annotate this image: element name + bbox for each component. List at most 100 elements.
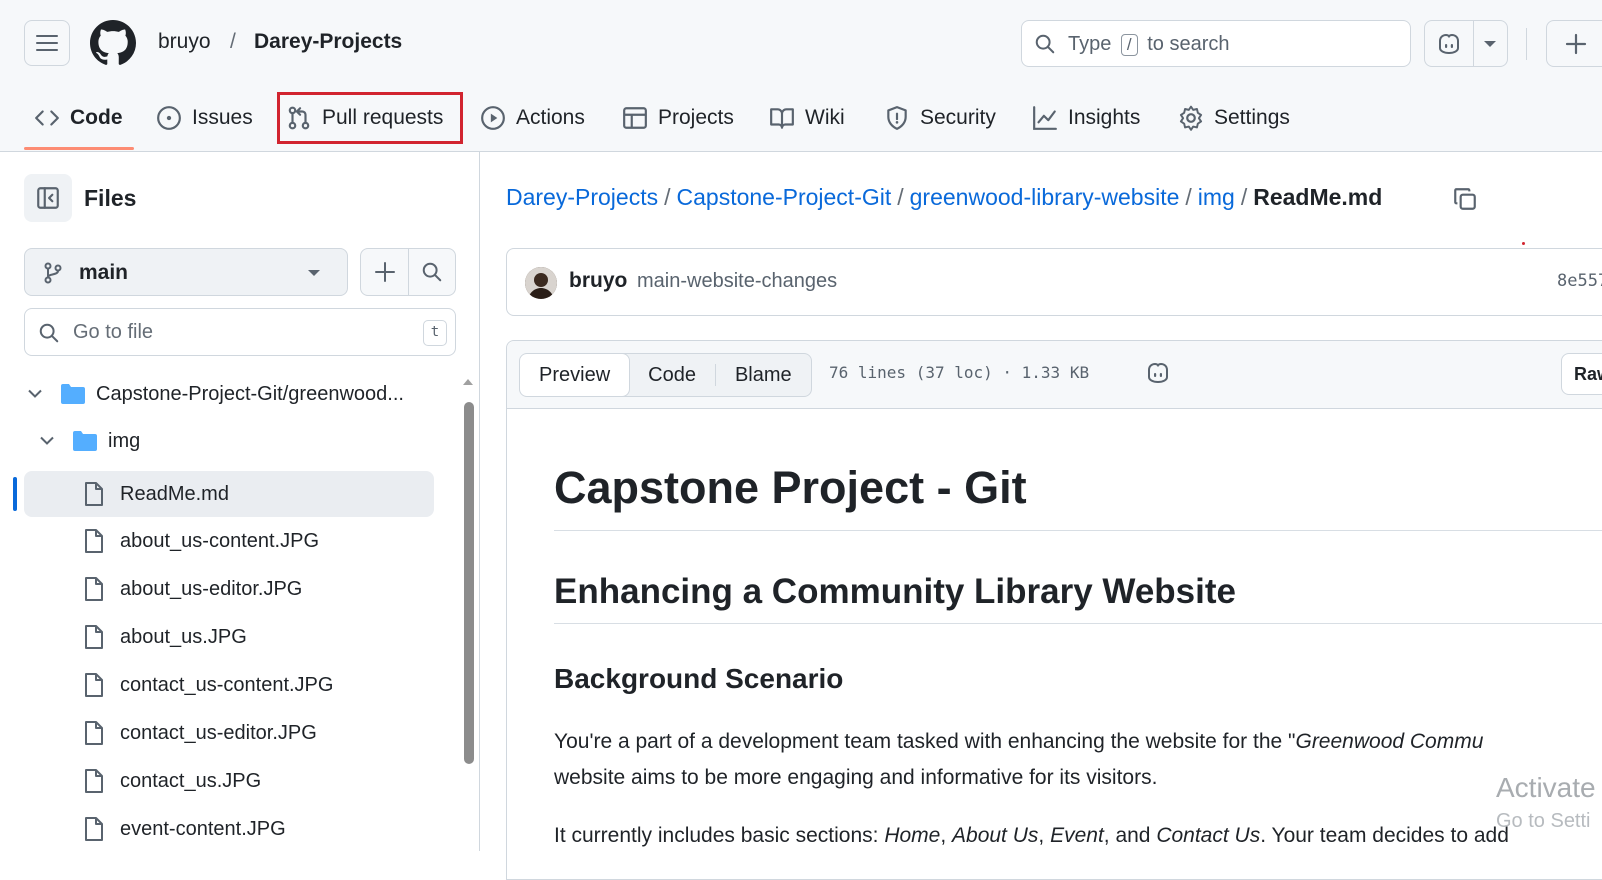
- text-run: ,: [1038, 824, 1051, 847]
- text-run: , and: [1103, 824, 1157, 847]
- text-run: You're a part of a development team task…: [554, 730, 1296, 753]
- copilot-button[interactable]: [1424, 20, 1508, 67]
- file-icon: [85, 577, 103, 601]
- text-emphasis: About Us: [952, 824, 1039, 847]
- scrollbar-thumb[interactable]: [464, 402, 474, 764]
- tree-item-label: Capstone-Project-Git/greenwood...: [96, 383, 404, 405]
- play-icon: [481, 106, 505, 130]
- tree-file[interactable]: event-content.JPG: [24, 806, 434, 852]
- raw-button[interactable]: Raw: [1561, 353, 1602, 395]
- search-icon: [422, 262, 442, 282]
- go-to-file-input[interactable]: Go to file t: [24, 308, 456, 356]
- tab-projects-label: Projects: [658, 106, 734, 129]
- tab-actions[interactable]: Actions: [480, 98, 585, 138]
- breadcrumb-link[interactable]: Darey-Projects: [506, 184, 658, 210]
- heading-rule: [554, 623, 1602, 624]
- tab-insights[interactable]: Insights: [1032, 98, 1140, 138]
- search-icon: [1035, 34, 1055, 54]
- tree-file[interactable]: about_us.JPG: [24, 614, 434, 660]
- tab-settings[interactable]: Settings: [1178, 98, 1290, 138]
- readme-section-heading: Background Scenario: [554, 663, 844, 694]
- chevron-down-icon: [28, 389, 42, 398]
- menu-button[interactable]: [24, 20, 70, 66]
- activation-watermark: Activate: [1496, 772, 1596, 803]
- blame-tab[interactable]: Blame: [716, 354, 811, 396]
- code-view-tab[interactable]: Code: [629, 354, 715, 396]
- file-tree-sidebar: Files main Go to file t Capstone-Project…: [0, 152, 480, 851]
- readme-paragraph-line: website aims to be more engaging and inf…: [554, 766, 1158, 789]
- text-emphasis: Event: [1050, 824, 1104, 847]
- create-new-button[interactable]: [1546, 20, 1602, 67]
- keyboard-shortcut-hint: t: [423, 320, 447, 346]
- git-branch-icon: [44, 262, 62, 284]
- sidebar-collapse-icon: [37, 187, 59, 209]
- folder-open-icon: [61, 384, 85, 404]
- tab-actions-label: Actions: [516, 106, 585, 129]
- repo-separator: /: [230, 30, 236, 53]
- tree-file[interactable]: contact_us.JPG: [24, 758, 434, 804]
- breadcrumb-link[interactable]: greenwood-library-website: [910, 184, 1180, 210]
- readme-paragraph: It currently includes basic sections: Ho…: [554, 824, 1509, 848]
- repo-name-link[interactable]: Darey-Projects: [254, 30, 402, 54]
- github-logo-icon[interactable]: [90, 20, 136, 66]
- copilot-icon[interactable]: [1145, 361, 1171, 385]
- scroll-up-arrow-icon: [463, 379, 473, 385]
- breadcrumb-current: ReadMe.md: [1253, 184, 1383, 210]
- file-breadcrumb: Darey-Projects / Capstone-Project-Git / gree…: [506, 184, 1382, 211]
- chevron-down-icon: [308, 270, 320, 276]
- tab-code[interactable]: Code: [34, 98, 123, 138]
- tab-security[interactable]: Security: [884, 98, 996, 138]
- table-icon: [623, 107, 647, 129]
- preview-tab[interactable]: Preview: [519, 354, 631, 396]
- tree-folder-img[interactable]: img: [24, 419, 434, 465]
- tab-code-label: Code: [70, 106, 123, 129]
- search-placeholder: Type / to search: [1068, 33, 1230, 56]
- tab-issues[interactable]: Issues: [156, 98, 253, 138]
- tab-insights-label: Insights: [1068, 106, 1141, 129]
- file-header: Preview Code Blame 76 lines (37 loc) · 1…: [507, 341, 1602, 409]
- repo-owner-link[interactable]: bruyo: [158, 30, 211, 54]
- stray-mark: [1522, 242, 1525, 245]
- avatar[interactable]: [525, 267, 557, 299]
- text-emphasis: Contact Us: [1156, 824, 1261, 847]
- view-switcher: Preview Code Blame: [519, 353, 812, 397]
- tree-file-readme[interactable]: ReadMe.md: [24, 471, 434, 517]
- breadcrumb-link[interactable]: Capstone-Project-Git: [677, 184, 892, 210]
- branch-selector[interactable]: main: [24, 248, 348, 296]
- tree-file[interactable]: about_us-content.JPG: [24, 518, 434, 564]
- code-icon: [35, 110, 59, 126]
- tree-folder-root[interactable]: Capstone-Project-Git/greenwood...: [24, 372, 434, 418]
- file-icon: [85, 673, 103, 697]
- tree-item-label: about_us.JPG: [120, 626, 247, 648]
- tab-security-label: Security: [920, 106, 996, 129]
- shield-icon: [887, 106, 907, 130]
- copy-path-icon[interactable]: [1452, 186, 1478, 212]
- collapse-sidebar-button[interactable]: [24, 174, 72, 222]
- commit-message[interactable]: main-website-changes: [637, 270, 837, 293]
- tree-file[interactable]: contact_us-editor.JPG: [24, 710, 434, 756]
- search-files-button[interactable]: [409, 249, 456, 295]
- readme-subtitle: Enhancing a Community Library Website: [554, 572, 1236, 611]
- heading-rule: [554, 530, 1602, 531]
- add-file-button[interactable]: [361, 249, 408, 295]
- book-icon: [770, 108, 794, 129]
- tree-file[interactable]: contact_us-content.JPG: [24, 662, 434, 708]
- breadcrumb-separator: /: [1240, 184, 1248, 210]
- tab-projects[interactable]: Projects: [622, 98, 734, 138]
- file-info: 76 lines (37 loc) · 1.33 KB: [829, 363, 1090, 382]
- tree-item-label: contact_us-editor.JPG: [120, 722, 317, 744]
- tab-wiki[interactable]: Wiki: [769, 98, 845, 138]
- file-icon: [85, 817, 103, 841]
- chevron-down-icon: [40, 436, 54, 445]
- tree-file[interactable]: about_us-editor.JPG: [24, 566, 434, 612]
- repo-header: bruyo / Darey-Projects Type / to search …: [0, 0, 1602, 152]
- file-icon: [85, 529, 103, 553]
- breadcrumb-link[interactable]: img: [1198, 184, 1235, 210]
- commit-author[interactable]: bruyo: [569, 269, 627, 293]
- commit-sha[interactable]: 8e557: [1557, 271, 1602, 291]
- hamburger-icon: [36, 35, 58, 51]
- tree-item-label: img: [108, 430, 141, 452]
- tree-item-label: event-content.JPG: [120, 818, 286, 840]
- search-input[interactable]: Type / to search: [1021, 20, 1411, 67]
- gear-icon: [1179, 105, 1203, 131]
